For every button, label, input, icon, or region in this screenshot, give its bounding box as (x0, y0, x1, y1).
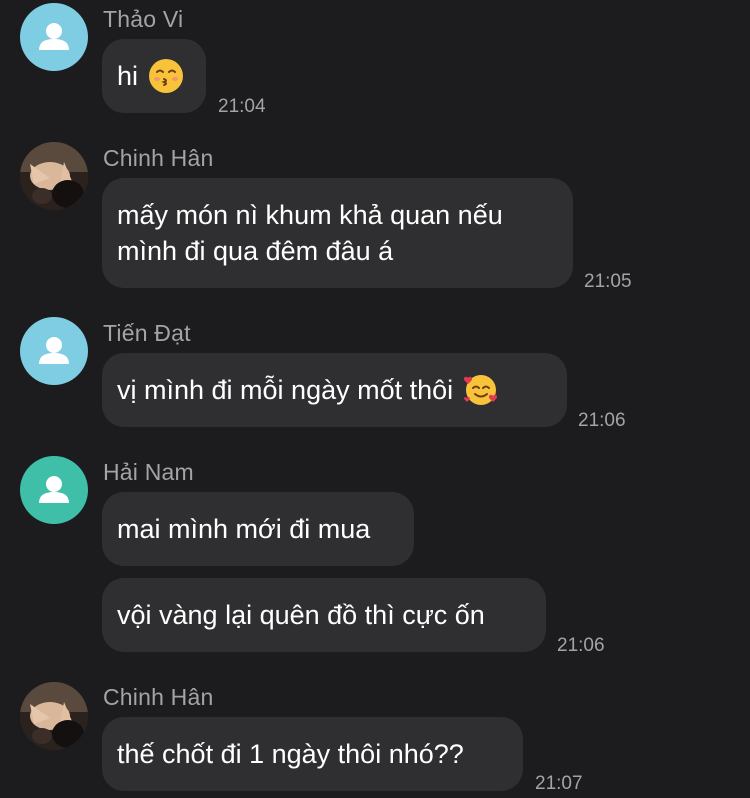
message-text: mai mình mới đi mua (117, 514, 371, 544)
sender-name: Hải Nam (103, 459, 194, 485)
message-text: thế chốt đi 1 ngày thôi nhó?? (117, 739, 464, 769)
chat-thread: Thảo Vi hi 21:04 Chinh Hân mấy món nì kh… (0, 0, 750, 798)
message-text: hi (117, 61, 139, 91)
message-bubble[interactable]: vị mình đi mỗi ngày mốt thôi (102, 353, 567, 427)
profile-photo-icon (20, 682, 88, 750)
user-icon (39, 23, 69, 50)
message-timestamp: 21:06 (578, 410, 626, 431)
sender-name: Chinh Hân (103, 684, 214, 710)
user-icon (39, 337, 69, 364)
smiling-face-with-hearts-emoji-icon (464, 375, 498, 405)
avatar-photo[interactable] (20, 142, 88, 210)
user-icon (39, 476, 69, 503)
message-timestamp: 21:04 (218, 96, 266, 117)
message-text: vị mình đi mỗi ngày mốt thôi (117, 375, 454, 405)
avatar-default-user[interactable] (20, 456, 88, 524)
avatar-default-user[interactable] (20, 317, 88, 385)
message-bubble[interactable]: hi (102, 39, 207, 113)
message-bubble[interactable]: vội vàng lại quên đồ thì cực ốn (102, 578, 546, 652)
sender-name: Tiến Đạt (103, 320, 191, 346)
avatar-default-user[interactable] (20, 3, 88, 71)
sender-name: Thảo Vi (103, 6, 184, 32)
message-timestamp: 21:07 (535, 773, 583, 794)
message-bubble[interactable]: mấy món nì khum khả quan nếu mình đi qua… (102, 178, 573, 288)
message-text: vội vàng lại quên đồ thì cực ốn (117, 600, 485, 630)
avatar-photo[interactable] (20, 682, 88, 750)
profile-photo-icon (20, 142, 88, 210)
message-bubble[interactable]: thế chốt đi 1 ngày thôi nhó?? (102, 717, 523, 791)
message-timestamp: 21:06 (557, 635, 605, 656)
message-timestamp: 21:05 (584, 271, 632, 292)
sender-name: Chinh Hân (103, 145, 214, 171)
kissing-face-emoji-icon (149, 59, 184, 93)
message-text: mấy món nì khum khả quan nếu mình đi qua… (117, 200, 503, 266)
message-bubble[interactable]: mai mình mới đi mua (102, 492, 414, 566)
